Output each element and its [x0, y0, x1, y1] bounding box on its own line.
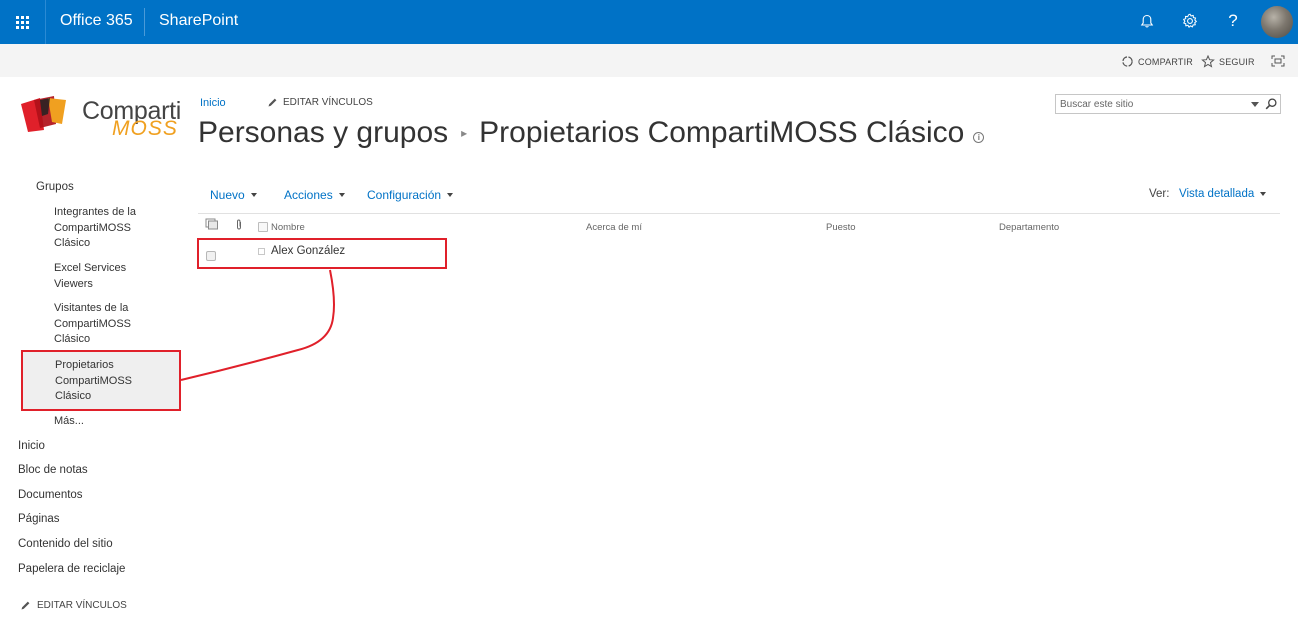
annotation-connector-line: [180, 269, 335, 381]
